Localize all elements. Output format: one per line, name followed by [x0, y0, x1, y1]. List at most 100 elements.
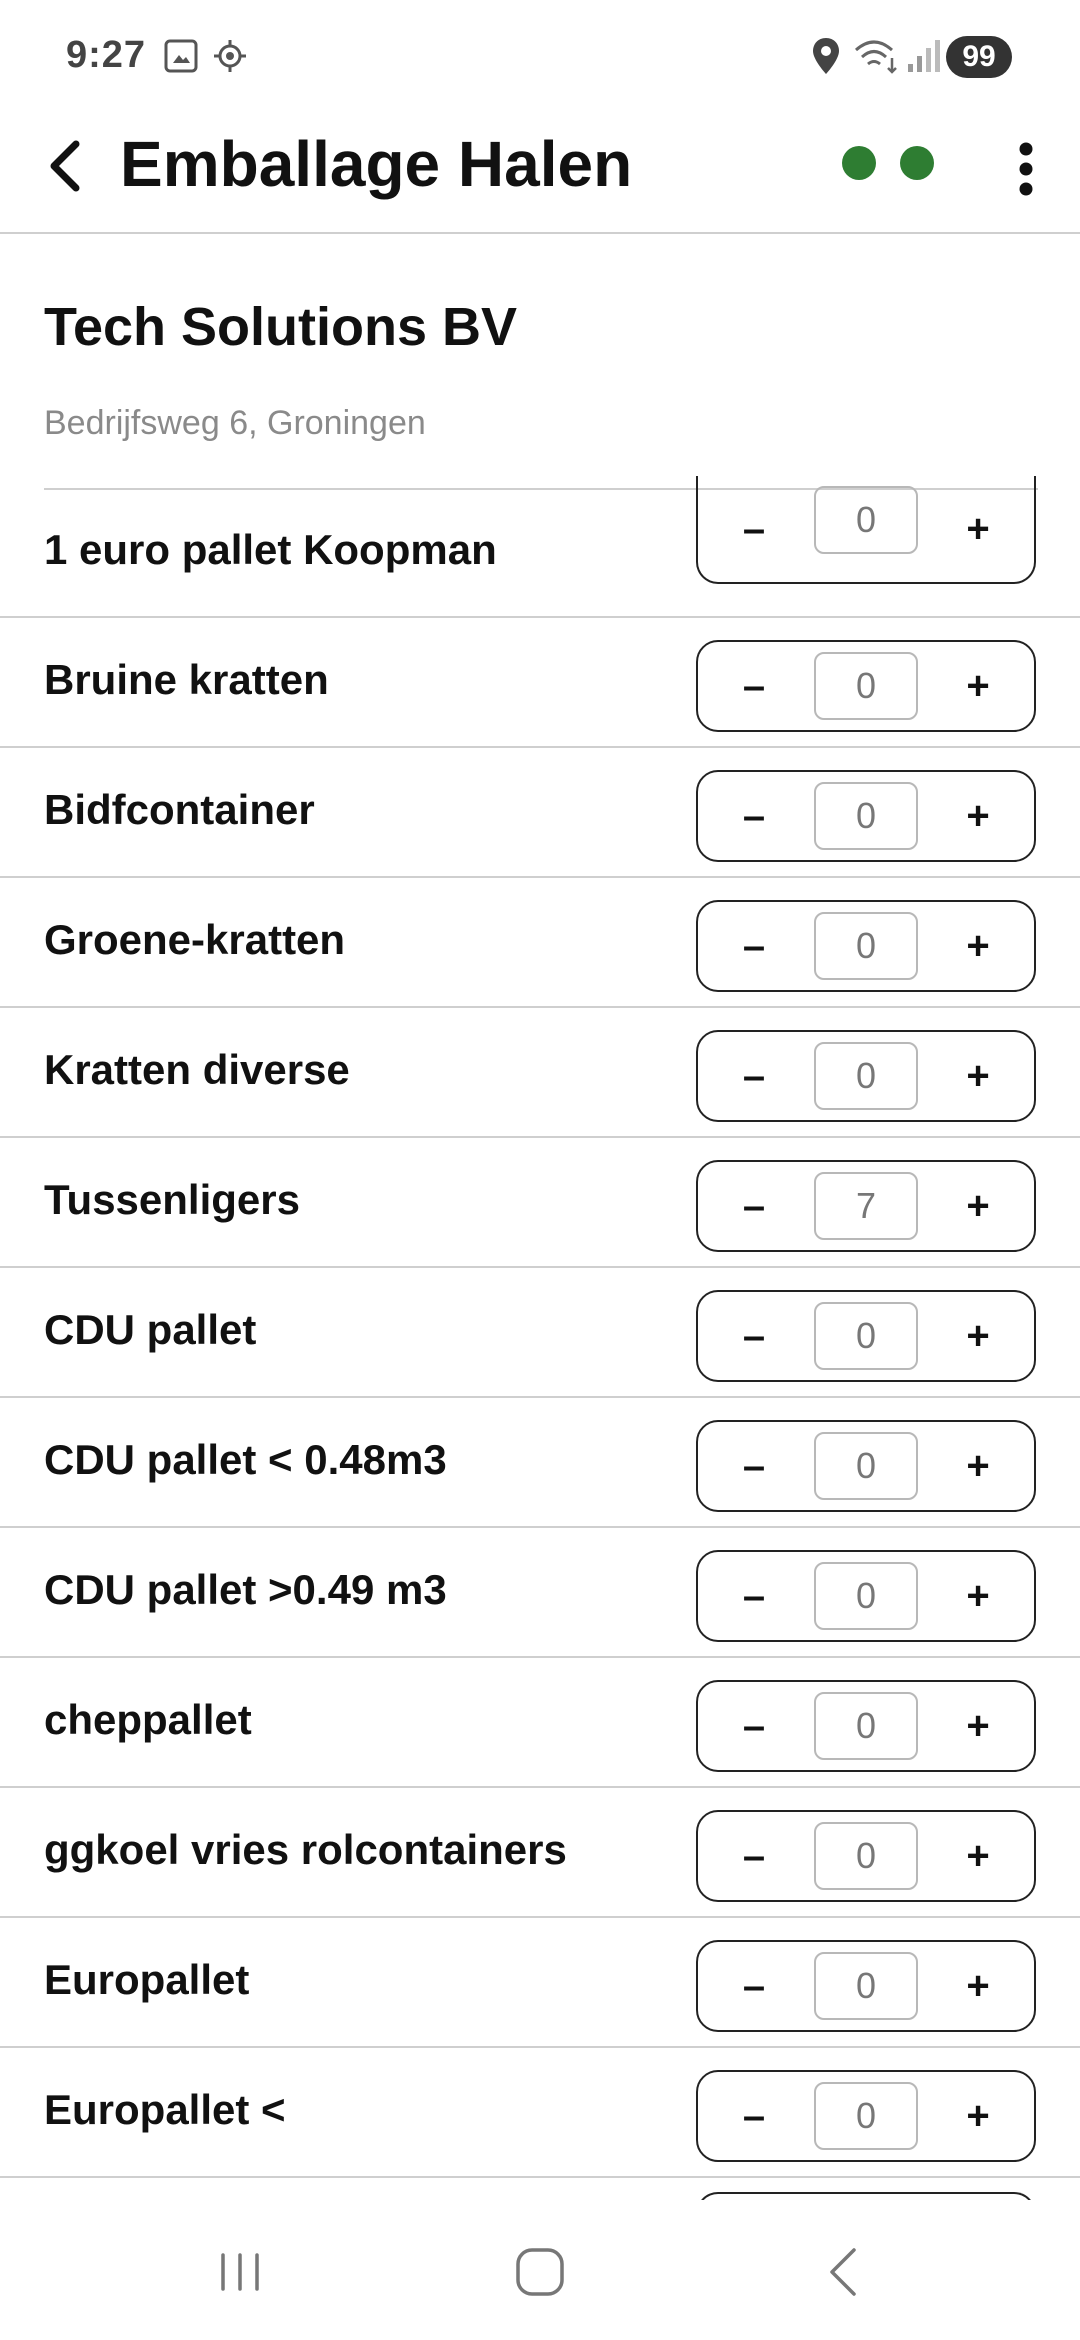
quantity-field[interactable]: 0: [814, 1692, 918, 1760]
decrement-button[interactable]: –: [704, 1032, 804, 1120]
decrement-button[interactable]: –: [704, 476, 804, 582]
quantity-field[interactable]: 7: [814, 1172, 918, 1240]
item-label: Europallet: [44, 1956, 250, 2003]
quantity-stepper: – 0 +: [696, 1290, 1036, 1382]
item-label: ggkoel vries rolcontainers: [44, 1826, 567, 1873]
quantity-field[interactable]: 0: [814, 1432, 918, 1500]
quantity-stepper: – 0 +: [696, 1810, 1036, 1902]
wifi-icon: [852, 34, 902, 78]
increment-button[interactable]: +: [928, 772, 1028, 860]
battery-indicator: 99: [946, 36, 1012, 78]
decrement-button[interactable]: –: [704, 772, 804, 860]
decrement-button[interactable]: –: [704, 2072, 804, 2160]
quantity-field[interactable]: 0: [814, 782, 918, 850]
system-back-button[interactable]: [804, 2240, 884, 2304]
item-label: Tussenligers: [44, 1176, 300, 1223]
quantity-stepper: – 0 +: [696, 1420, 1036, 1512]
increment-button[interactable]: +: [928, 1552, 1028, 1640]
list-item: CDU pallet – 0 +: [0, 1268, 1080, 1398]
item-label: Bruine kratten: [44, 656, 329, 703]
location-target-icon: [210, 34, 250, 78]
list-item: cheppallet – 0 +: [0, 1658, 1080, 1788]
item-label: Bidfcontainer: [44, 786, 315, 833]
list-item: ggkoel vries rolcontainers – 0 +: [0, 1788, 1080, 1918]
recent-apps-icon: [221, 2253, 259, 2291]
decrement-button[interactable]: –: [704, 1292, 804, 1380]
item-label: Groene-kratten: [44, 916, 346, 963]
item-label: cheppallet: [44, 1696, 252, 1743]
quantity-field[interactable]: 0: [814, 1302, 918, 1370]
customer-address: Bedrijfsweg 6, Groningen: [44, 404, 426, 442]
quantity-field[interactable]: 0: [814, 2082, 918, 2150]
recent-apps-button[interactable]: [200, 2240, 280, 2304]
quantity-stepper: – 0 +: [696, 1550, 1036, 1642]
increment-button[interactable]: +: [928, 1162, 1028, 1250]
home-button[interactable]: [500, 2240, 580, 2304]
decrement-button[interactable]: –: [704, 1942, 804, 2030]
increment-button[interactable]: +: [928, 1682, 1028, 1770]
increment-button[interactable]: +: [928, 476, 1028, 582]
list-item: Bruine kratten – 0 +: [0, 618, 1080, 748]
increment-button[interactable]: +: [928, 1292, 1028, 1380]
list-item: Tussenligers – 7 +: [0, 1138, 1080, 1268]
decrement-button[interactable]: –: [704, 1162, 804, 1250]
increment-button[interactable]: +: [928, 1032, 1028, 1120]
screenshot-icon: [162, 34, 200, 78]
quantity-field[interactable]: 0: [814, 652, 918, 720]
quantity-stepper: – 7 +: [696, 1160, 1036, 1252]
quantity-stepper: – 0 +: [696, 1940, 1036, 2032]
home-icon: [516, 2248, 564, 2296]
list-item: Kratten diverse – 0 +: [0, 1008, 1080, 1138]
quantity-stepper: – 0 +: [696, 770, 1036, 862]
list-item: CDU pallet < 0.48m3 – 0 +: [0, 1398, 1080, 1528]
page-title: Emballage Halen: [120, 128, 633, 200]
decrement-button[interactable]: –: [704, 1422, 804, 1510]
item-label: Europallet <: [44, 2086, 286, 2133]
increment-button[interactable]: +: [928, 1812, 1028, 1900]
quantity-field[interactable]: 0: [814, 912, 918, 980]
quantity-field[interactable]: 0: [814, 1562, 918, 1630]
more-vert-icon: [1019, 142, 1033, 196]
list-item: Groene-kratten – 0 +: [0, 878, 1080, 1008]
increment-button[interactable]: +: [928, 642, 1028, 730]
list-item: CDU pallet >0.49 m3 – 0 +: [0, 1528, 1080, 1658]
quantity-stepper: – 0 +: [696, 900, 1036, 992]
more-options-button[interactable]: [1000, 124, 1052, 214]
decrement-button[interactable]: –: [704, 1682, 804, 1770]
back-button[interactable]: [34, 126, 94, 206]
quantity-field[interactable]: 0: [814, 486, 918, 554]
decrement-button[interactable]: –: [704, 1552, 804, 1640]
quantity-stepper: – 0 +: [696, 640, 1036, 732]
decrement-button[interactable]: –: [704, 902, 804, 990]
quantity-stepper: – 0 +: [696, 1030, 1036, 1122]
list-item: Europallet < – 0 +: [0, 2048, 1080, 2178]
back-arrow-icon: [50, 140, 80, 192]
increment-button[interactable]: +: [928, 2072, 1028, 2160]
quantity-stepper: – 0 +: [696, 1680, 1036, 1772]
status-bar: 9:27 99: [0, 0, 1080, 110]
list-item: 1 euro pallet Koopman – 0 +: [0, 476, 1080, 618]
quantity-stepper: – 0 +: [696, 2070, 1036, 2162]
location-pin-icon: [810, 34, 842, 78]
item-label: CDU pallet < 0.48m3: [44, 1436, 447, 1483]
quantity-stepper: – 0 +: [696, 476, 1036, 584]
increment-button[interactable]: +: [928, 1942, 1028, 2030]
item-label: CDU pallet >0.49 m3: [44, 1566, 447, 1613]
signal-icon: [904, 34, 944, 78]
app-bar: Emballage Halen: [0, 110, 1080, 234]
item-label: CDU pallet: [44, 1306, 257, 1353]
customer-name: Tech Solutions BV: [44, 297, 518, 357]
customer-header: Tech Solutions BV Bedrijfsweg 6, Groning…: [44, 232, 1038, 490]
quantity-field[interactable]: 0: [814, 1952, 918, 2020]
quantity-field[interactable]: 0: [814, 1822, 918, 1890]
decrement-button[interactable]: –: [704, 642, 804, 730]
decrement-button[interactable]: –: [704, 1812, 804, 1900]
quantity-field[interactable]: 0: [814, 1042, 918, 1110]
increment-button[interactable]: +: [928, 902, 1028, 990]
increment-button[interactable]: +: [928, 1422, 1028, 1510]
item-label: Kratten diverse: [44, 1046, 350, 1093]
system-nav-bar: [0, 2200, 1080, 2340]
status-dot: [842, 146, 876, 180]
back-nav-icon: [830, 2248, 856, 2296]
item-label: 1 euro pallet Koopman: [44, 526, 497, 573]
